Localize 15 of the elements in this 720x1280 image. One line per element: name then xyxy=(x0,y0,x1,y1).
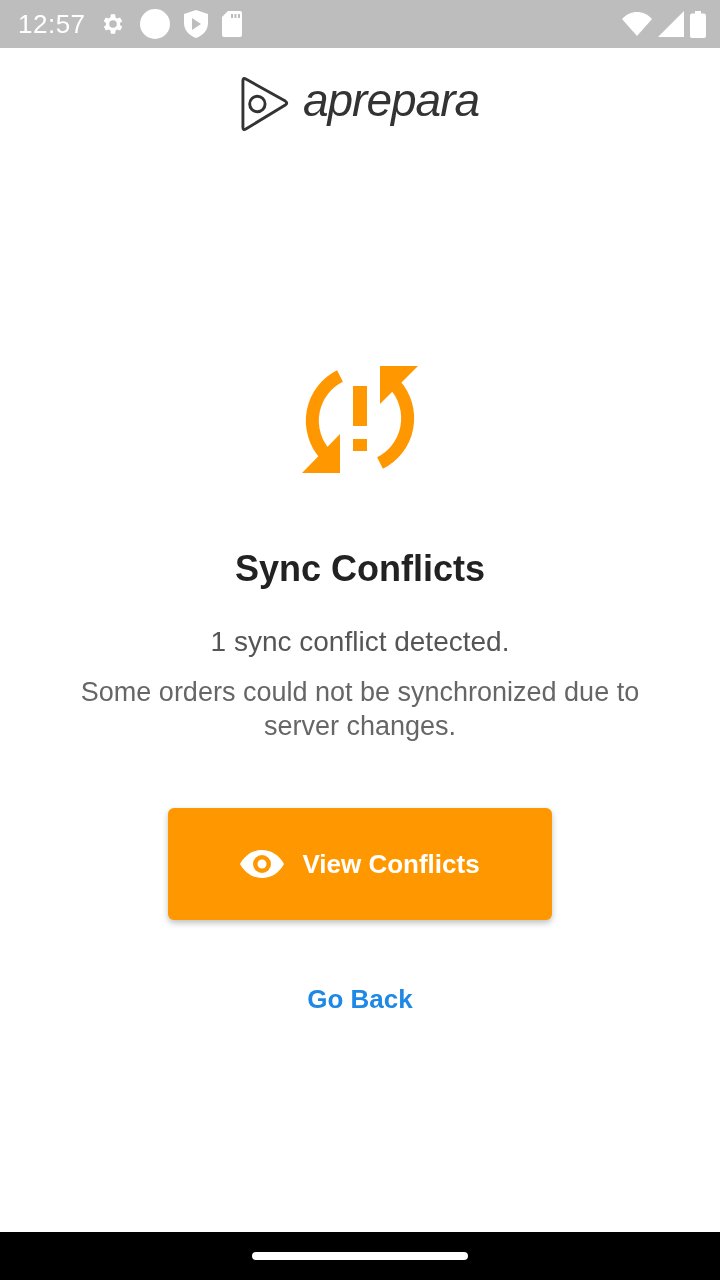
conflict-summary: 1 sync conflict detected. xyxy=(210,625,510,659)
battery-icon xyxy=(690,10,706,38)
eye-icon xyxy=(240,850,285,878)
circle-icon xyxy=(139,9,170,39)
signal-icon xyxy=(658,11,684,37)
sd-card-icon xyxy=(221,11,242,37)
shield-play-icon xyxy=(183,10,208,38)
wifi-icon xyxy=(622,12,652,36)
sync-warning-icon xyxy=(300,366,420,473)
status-time: 12:57 xyxy=(18,11,86,37)
home-indicator[interactable] xyxy=(252,1252,468,1260)
conflict-description: Some orders could not be synchronized due to server changes. xyxy=(79,676,641,743)
go-back-link[interactable]: Go Back xyxy=(295,976,425,1022)
view-conflicts-button[interactable]: View Conflicts xyxy=(168,808,552,920)
page-title: Sync Conflicts xyxy=(234,547,486,591)
